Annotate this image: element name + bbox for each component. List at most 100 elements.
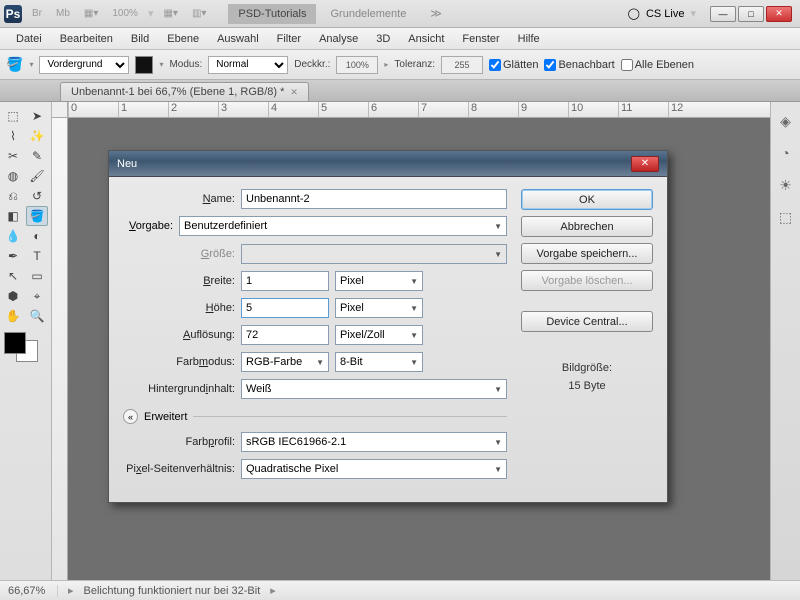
- type-tool[interactable]: T: [26, 246, 48, 266]
- move-tool[interactable]: ⬚: [2, 106, 24, 126]
- opacity-field[interactable]: 100%: [336, 56, 378, 74]
- tolerance-field[interactable]: 255: [441, 56, 483, 74]
- lasso-tool[interactable]: ⌇: [2, 126, 24, 146]
- preset-label: Vorgabe:: [123, 220, 173, 232]
- menu-ansicht[interactable]: Ansicht: [400, 30, 452, 48]
- antialias-checkbox[interactable]: Glätten: [489, 59, 538, 71]
- ruler-vertical: [52, 118, 68, 580]
- new-document-dialog: Neu ✕ Name: Vorgabe: Benutzerdefiniert▼ …: [108, 150, 668, 503]
- eraser-tool[interactable]: ◧: [2, 206, 24, 226]
- document-tab-label: Unbenannt-1 bei 66,7% (Ebene 1, RGB/8) *: [71, 86, 284, 98]
- height-unit-combo[interactable]: Pixel▼: [335, 298, 423, 318]
- name-label: Name:: [123, 193, 235, 205]
- menu-hilfe[interactable]: Hilfe: [510, 30, 548, 48]
- all-layers-checkbox[interactable]: Alle Ebenen: [621, 59, 694, 71]
- blend-mode-select[interactable]: Normal: [208, 56, 288, 74]
- background-label: Hintergrundinhalt:: [123, 383, 235, 395]
- minibridge-button[interactable]: Mb: [52, 6, 74, 21]
- workspace-tab-psd[interactable]: PSD-Tutorials: [228, 4, 316, 24]
- wand-tool[interactable]: ✨: [26, 126, 48, 146]
- close-tab-icon[interactable]: ✕: [290, 87, 298, 98]
- resolution-unit-combo[interactable]: Pixel/Zoll▼: [335, 325, 423, 345]
- width-field[interactable]: [241, 271, 329, 291]
- menu-filter[interactable]: Filter: [269, 30, 309, 48]
- height-field[interactable]: [241, 298, 329, 318]
- options-bar: 🪣▾ Vordergrund ▾ Modus: Normal Deckkr.: …: [0, 50, 800, 80]
- colormode-combo[interactable]: RGB-Farbe▼: [241, 352, 329, 372]
- advanced-toggle[interactable]: «: [123, 409, 138, 424]
- arrange-button[interactable]: ▥▾: [188, 6, 210, 21]
- ruler-corner: [52, 102, 68, 118]
- menu-bearbeiten[interactable]: Bearbeiten: [52, 30, 121, 48]
- color-swatches[interactable]: [2, 330, 46, 366]
- heal-tool[interactable]: ◍: [2, 166, 24, 186]
- dodge-tool[interactable]: ◐: [26, 226, 48, 246]
- dialog-titlebar[interactable]: Neu ✕: [109, 151, 667, 177]
- pen-tool[interactable]: ✒: [2, 246, 24, 266]
- zoom-level[interactable]: 100%: [108, 6, 142, 21]
- menu-ebene[interactable]: Ebene: [159, 30, 207, 48]
- ruler-horizontal: 0123456789101112: [68, 102, 770, 118]
- status-zoom[interactable]: 66,67%: [8, 585, 58, 597]
- screen-mode-button[interactable]: ▦▾: [80, 6, 102, 21]
- bridge-button[interactable]: Br: [28, 6, 46, 21]
- colormode-label: Farbmodus:: [123, 356, 235, 368]
- status-bar: 66,67% ▸ Belichtung funktioniert nur bei…: [0, 580, 800, 600]
- layers-panel-icon[interactable]: ◈: [777, 112, 795, 130]
- app-titlebar: Ps Br Mb ▦▾ 100% ▾ ▦▾ ▥▾ PSD-Tutorials G…: [0, 0, 800, 28]
- view-extras-button[interactable]: ▦▾: [159, 6, 181, 21]
- device-central-button[interactable]: Device Central...: [521, 311, 653, 332]
- cancel-button[interactable]: Abbrechen: [521, 216, 653, 237]
- menu-datei[interactable]: Datei: [8, 30, 50, 48]
- preset-combo[interactable]: Benutzerdefiniert▼: [179, 216, 507, 236]
- 3d-tool[interactable]: ⬢: [2, 286, 24, 306]
- styles-panel-icon[interactable]: ⬚: [777, 208, 795, 226]
- selection-tool[interactable]: ➤: [26, 106, 48, 126]
- window-close[interactable]: ✕: [766, 6, 792, 22]
- status-message: Belichtung funktioniert nur bei 32-Bit: [84, 585, 261, 597]
- filesize-value: 15 Byte: [521, 380, 653, 392]
- shape-tool[interactable]: ▭: [26, 266, 48, 286]
- filesize-label: Bildgröße:: [521, 362, 653, 374]
- hand-tool[interactable]: ✋: [2, 306, 24, 326]
- menu-auswahl[interactable]: Auswahl: [209, 30, 267, 48]
- camera-tool[interactable]: ⌖: [26, 286, 48, 306]
- menu-bild[interactable]: Bild: [123, 30, 157, 48]
- menubar: Datei Bearbeiten Bild Ebene Auswahl Filt…: [0, 28, 800, 50]
- background-combo[interactable]: Weiß▼: [241, 379, 507, 399]
- blur-tool[interactable]: 💧: [2, 226, 24, 246]
- workspace-more[interactable]: ≫: [420, 3, 452, 24]
- stamp-tool[interactable]: ⎌: [2, 186, 24, 206]
- bucket-icon: 🪣: [6, 56, 23, 73]
- width-unit-combo[interactable]: Pixel▼: [335, 271, 423, 291]
- bitdepth-combo[interactable]: 8-Bit▼: [335, 352, 423, 372]
- bucket-tool[interactable]: 🪣: [26, 206, 48, 226]
- document-tab[interactable]: Unbenannt-1 bei 66,7% (Ebene 1, RGB/8) *…: [60, 82, 309, 101]
- path-tool[interactable]: ↖: [2, 266, 24, 286]
- workspace-tab-grund[interactable]: Grundelemente: [320, 4, 416, 24]
- cslive-label[interactable]: CS Live: [646, 8, 685, 20]
- color-panel-icon[interactable]: ◔: [777, 144, 795, 162]
- ok-button[interactable]: OK: [521, 189, 653, 210]
- history-brush-tool[interactable]: ↺: [26, 186, 48, 206]
- foreground-color[interactable]: [4, 332, 26, 354]
- save-preset-button[interactable]: Vorgabe speichern...: [521, 243, 653, 264]
- name-field[interactable]: [241, 189, 507, 209]
- aspect-combo[interactable]: Quadratische Pixel▼: [241, 459, 507, 479]
- eyedropper-tool[interactable]: ✎: [26, 146, 48, 166]
- profile-combo[interactable]: sRGB IEC61966-2.1▼: [241, 432, 507, 452]
- resolution-field[interactable]: [241, 325, 329, 345]
- adjust-panel-icon[interactable]: ☀: [777, 176, 795, 194]
- brush-tool[interactable]: 🖌: [26, 166, 48, 186]
- dialog-close-button[interactable]: ✕: [631, 156, 659, 172]
- window-minimize[interactable]: —: [710, 6, 736, 22]
- menu-fenster[interactable]: Fenster: [454, 30, 507, 48]
- zoom-tool[interactable]: 🔍: [26, 306, 48, 326]
- window-maximize[interactable]: □: [738, 6, 764, 22]
- menu-analyse[interactable]: Analyse: [311, 30, 366, 48]
- menu-3d[interactable]: 3D: [368, 30, 398, 48]
- contiguous-checkbox[interactable]: Benachbart: [544, 59, 614, 71]
- crop-tool[interactable]: ✂: [2, 146, 24, 166]
- pattern-swatch[interactable]: [135, 56, 153, 74]
- fill-target-select[interactable]: Vordergrund: [39, 56, 129, 74]
